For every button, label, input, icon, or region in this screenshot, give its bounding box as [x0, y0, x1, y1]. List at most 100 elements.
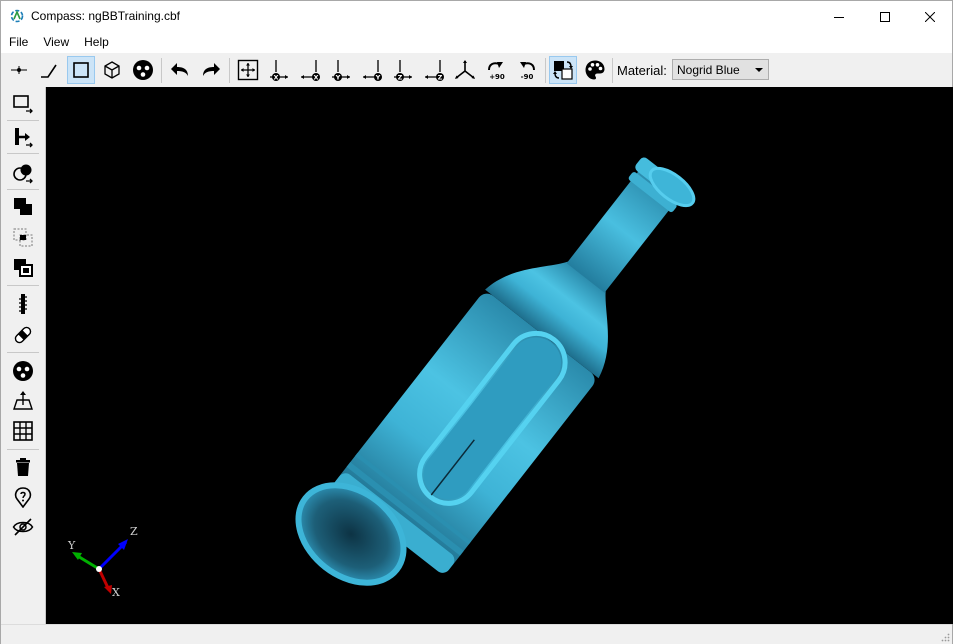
- view-plus-z-button[interactable]: Z: [389, 56, 417, 84]
- svg-text:Y: Y: [375, 74, 381, 82]
- heal-button[interactable]: [9, 321, 37, 349]
- material-palette-button[interactable]: [581, 56, 609, 84]
- menu-view[interactable]: View: [35, 32, 76, 53]
- axis-y-icon: Y: [332, 60, 350, 82]
- toggle-background-button[interactable]: [549, 56, 577, 84]
- close-icon: [925, 11, 935, 22]
- select-box-button[interactable]: [9, 90, 37, 118]
- axis-z-icon: Z: [394, 60, 412, 82]
- redo-icon: [203, 63, 220, 76]
- shapes-icon: [13, 164, 33, 184]
- svg-text:Y: Y: [335, 74, 341, 82]
- axis-z-neg-icon: Z: [425, 60, 444, 82]
- view-plus-x-button[interactable]: X: [265, 56, 293, 84]
- triad-y-label: Y: [67, 539, 76, 552]
- shapes-button[interactable]: [9, 159, 37, 187]
- grid-icon: [13, 421, 33, 441]
- view-minus-z-button[interactable]: Z: [420, 56, 448, 84]
- menu-help[interactable]: Help: [76, 32, 116, 53]
- menu-file[interactable]: File: [1, 32, 35, 53]
- minimize-button[interactable]: [816, 1, 862, 32]
- rotate-plus-90-icon: +90: [488, 62, 505, 81]
- grid-button[interactable]: [9, 417, 37, 445]
- point-icon: [11, 66, 27, 74]
- zoom-fit-button[interactable]: [234, 56, 262, 84]
- select-box-icon: [13, 95, 33, 114]
- union-icon: [14, 198, 32, 215]
- plus-90-label: +90: [489, 73, 505, 81]
- union-button[interactable]: [9, 193, 37, 221]
- minus-90-label: -90: [521, 73, 534, 81]
- background-swap-icon: [553, 61, 573, 80]
- axis-x-letter: X: [273, 74, 278, 82]
- feature-button[interactable]: [9, 357, 37, 385]
- body-select-button[interactable]: [98, 56, 126, 84]
- rotate-minus-90-button[interactable]: -90: [513, 56, 541, 84]
- axis-x-icon: X: [270, 60, 288, 82]
- move-button[interactable]: [9, 123, 37, 151]
- viewport-canvas: Z Y X: [67, 157, 696, 599]
- isometric-icon: [455, 60, 475, 79]
- extrude-icon: [13, 391, 33, 410]
- redo-button[interactable]: [197, 56, 225, 84]
- rotate-plus-90-button[interactable]: +90: [482, 56, 510, 84]
- hide-button[interactable]: [9, 513, 37, 541]
- dropdown-arrow-icon: [755, 68, 763, 72]
- view-plus-y-button[interactable]: Y: [327, 56, 355, 84]
- view-isometric-button[interactable]: [451, 56, 479, 84]
- palette-icon: [585, 60, 605, 80]
- 3d-viewport[interactable]: Z Y X: [46, 87, 953, 624]
- subtract-button[interactable]: [9, 254, 37, 282]
- measure-button[interactable]: [9, 290, 37, 318]
- measure-icon: [19, 294, 27, 314]
- face-select-button[interactable]: [67, 56, 95, 84]
- intersect-button[interactable]: [9, 224, 37, 252]
- close-button[interactable]: [907, 1, 953, 32]
- view-minus-x-button[interactable]: X: [296, 56, 324, 84]
- material-label: Material:: [617, 63, 667, 78]
- menu-bar: File View Help: [1, 32, 952, 53]
- undo-icon: [171, 63, 188, 76]
- info-marker-icon: [14, 487, 32, 508]
- fit-all-icon: [237, 59, 259, 81]
- material-dropdown[interactable]: Nogrid Blue: [672, 59, 769, 80]
- axis-y-neg-icon: Y: [363, 60, 382, 82]
- intersect-icon: [13, 228, 33, 247]
- resize-grip-icon[interactable]: [940, 632, 950, 642]
- edge-icon: [41, 64, 57, 78]
- view-minus-y-button[interactable]: Y: [358, 56, 386, 84]
- maximize-icon: [880, 11, 890, 22]
- undo-button[interactable]: [166, 56, 194, 84]
- main-toolbar: X X Y Y Z Z +90 -90 Material: Nogrid Blu…: [1, 54, 952, 87]
- axis-triad: Z Y X: [67, 525, 138, 599]
- material-dropdown-value: Nogrid Blue: [677, 63, 740, 77]
- maximize-button[interactable]: [862, 1, 908, 32]
- heal-icon: [14, 326, 32, 344]
- triad-x-label: X: [112, 586, 120, 599]
- cube-icon: [104, 61, 120, 79]
- compass-app-icon: [10, 9, 24, 23]
- title-bar[interactable]: Compass: ngBBTraining.cbf: [1, 1, 952, 32]
- point-select-button[interactable]: [5, 56, 33, 84]
- feature-select-button[interactable]: [129, 56, 157, 84]
- app-window: Compass: ngBBTraining.cbf File View Help: [0, 0, 953, 644]
- svg-text:Z: Z: [398, 74, 403, 82]
- status-bar: [1, 624, 952, 644]
- extrude-button[interactable]: [9, 387, 37, 415]
- move-icon: [15, 128, 33, 148]
- edge-select-button[interactable]: [35, 56, 63, 84]
- trash-icon: [16, 458, 30, 476]
- rotate-minus-90-icon: -90: [520, 62, 535, 81]
- svg-text:X: X: [313, 74, 318, 82]
- hide-icon: [12, 518, 34, 536]
- dots-circle-icon: [13, 361, 33, 381]
- svg-text:Z: Z: [438, 74, 443, 82]
- axis-x-neg-icon: X: [301, 60, 320, 82]
- triad-z-label: Z: [130, 525, 138, 538]
- left-tool-panel: [1, 87, 46, 624]
- info-marker-button[interactable]: [9, 483, 37, 511]
- delete-button[interactable]: [9, 453, 37, 481]
- window-title: Compass: ngBBTraining.cbf: [31, 9, 180, 23]
- subtract-icon: [14, 259, 33, 277]
- dots-circle-icon: [133, 60, 153, 80]
